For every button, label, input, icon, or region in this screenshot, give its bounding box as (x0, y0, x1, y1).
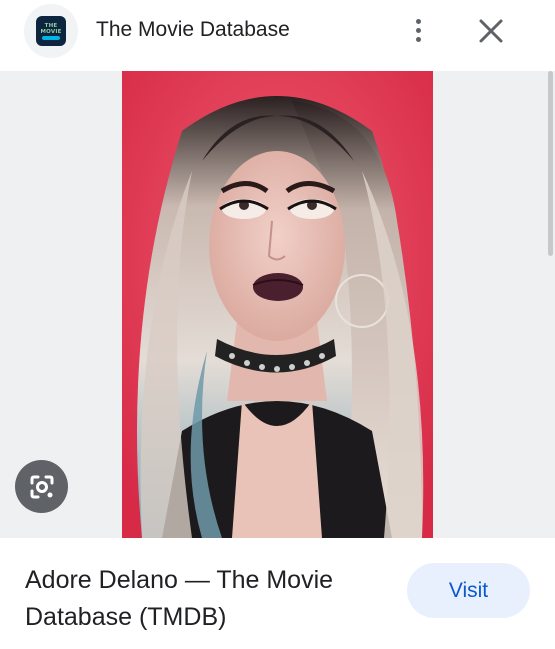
tmdb-logo-icon: THE MOVIE (36, 16, 66, 46)
google-lens-icon (30, 475, 53, 498)
scrollbar[interactable] (548, 71, 553, 256)
more-options-button[interactable] (406, 14, 430, 46)
close-button[interactable] (476, 16, 506, 46)
site-title[interactable]: The Movie Database (96, 16, 290, 44)
result-photo[interactable] (122, 71, 433, 538)
result-header: THE MOVIE The Movie Database (0, 0, 555, 71)
visit-button[interactable]: Visit (407, 563, 530, 618)
result-caption: Adore Delano — The Movie Database (TMDB)… (0, 538, 555, 649)
close-icon (479, 19, 503, 43)
google-lens-button[interactable] (15, 460, 68, 513)
site-logo[interactable]: THE MOVIE (24, 4, 78, 58)
image-preview-area (0, 71, 555, 538)
logo-pill (42, 35, 60, 40)
logo-text-line: MOVIE (40, 28, 62, 35)
result-title[interactable]: Adore Delano — The Movie Database (TMDB) (25, 562, 395, 636)
portrait-image (122, 71, 433, 538)
more-vert-icon (415, 18, 421, 24)
